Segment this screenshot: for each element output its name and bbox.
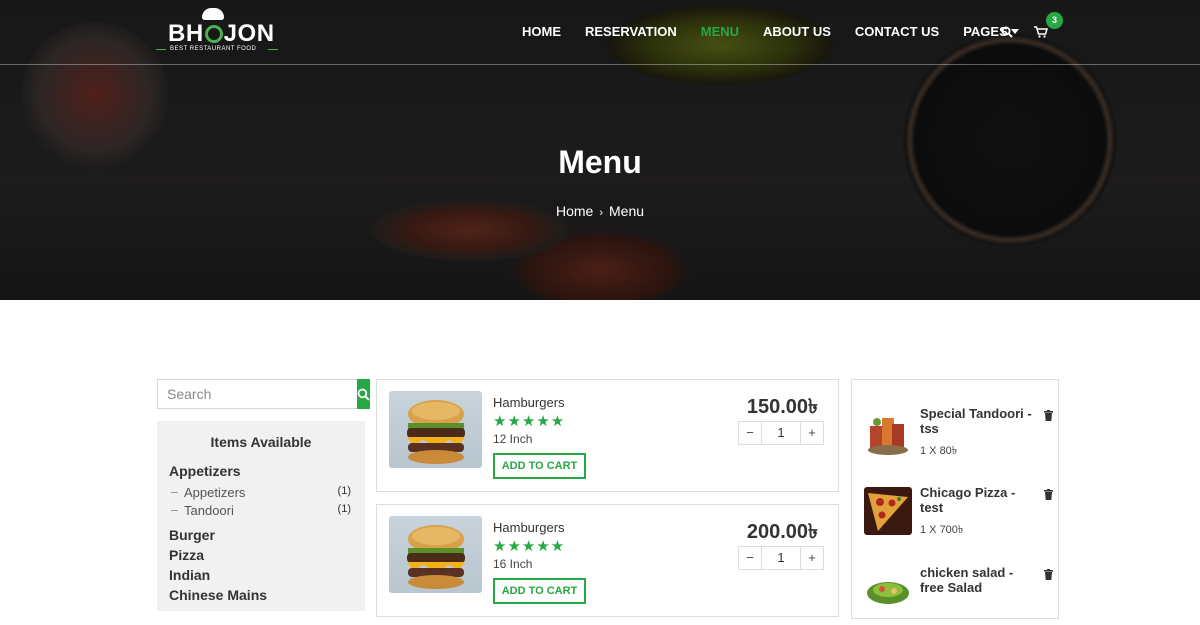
subcategory-label: Appetizers [184,485,246,500]
increment-button[interactable]: + [801,422,823,444]
cart-item: chicken salad - free Salad [864,565,1054,625]
categories-heading: Items Available [210,434,312,450]
pizza-image [868,493,908,531]
category-pizza[interactable]: Pizza [169,547,365,563]
cart-item: Special Tandoori -tss 1 X 80৳ [864,406,1054,466]
chef-hat-icon [202,8,224,20]
category-burger[interactable]: Burger [169,527,365,543]
mini-cart-panel: Special Tandoori -tss 1 X 80৳ Chicago Pi… [851,379,1059,619]
tagline-line-left [156,49,166,50]
subcategory-item[interactable]: Tandoori (1) [171,503,365,521]
cart-item-image[interactable] [864,487,912,535]
product-card: Hamburgers ★★★★★ 16 Inch ADD TO CART 200… [376,504,839,617]
add-to-cart-button[interactable]: ADD TO CART [493,578,586,604]
salad-image [867,582,909,604]
cart-item-meta: 1 X 700৳ [920,524,964,536]
category-appetizers[interactable]: Appetizers [169,463,365,479]
subcategory-label: Tandoori [184,503,234,518]
breadcrumb: Home › Menu [0,203,1200,219]
tandoori-image [868,418,908,455]
add-to-cart-button[interactable]: ADD TO CART [493,453,586,479]
brand-name: BH JON [168,20,275,47]
search-icon[interactable] [1001,26,1013,38]
quantity-stepper: − 1 + [738,546,824,570]
nav-about-us[interactable]: ABOUT US [763,24,831,39]
cart-item-image[interactable] [864,408,912,456]
trash-icon[interactable] [1044,410,1053,421]
quantity-value[interactable]: 1 [761,547,801,569]
product-size: 16 Inch [493,557,533,571]
product-name[interactable]: Hamburgers [493,395,565,410]
main-nav: HOME RESERVATION MENU ABOUT US CONTACT U… [522,24,1043,39]
product-image[interactable] [389,516,482,593]
burger-image [407,400,465,464]
brand-o-ring [204,25,223,43]
subcategory-item[interactable]: Appetizers (1) [171,485,365,503]
rating-stars: ★★★★★ [493,538,566,555]
brand-tagline: BEST RESTAURANT FOOD [170,46,257,52]
product-name[interactable]: Hamburgers [493,520,565,535]
category-indian[interactable]: Indian [169,567,365,583]
dash-icon [171,510,178,511]
product-card: Hamburgers ★★★★★ 12 Inch ADD TO CART 150… [376,379,839,492]
quantity-stepper: − 1 + [738,421,824,445]
cart-icon[interactable] [1034,26,1048,38]
search-input[interactable] [158,380,357,408]
rating-stars: ★★★★★ [493,413,566,430]
dash-icon [171,492,178,493]
product-image[interactable] [389,391,482,468]
cart-item-meta: 1 X 80৳ [920,445,958,457]
search-form [157,379,370,409]
nav-home[interactable]: HOME [522,24,561,39]
breadcrumb-separator: › [599,207,603,219]
product-size: 12 Inch [493,432,533,446]
brand-logo[interactable]: BH JON BEST RESTAURANT FOOD [156,8,288,56]
nav-reservation[interactable]: RESERVATION [585,24,677,39]
burger-image [407,525,465,589]
search-button[interactable] [357,379,370,409]
tagline-line-right [268,49,278,50]
cart-item-title[interactable]: Chicago Pizza - test [920,485,1032,515]
trash-icon[interactable] [1044,489,1053,500]
cart-item: Chicago Pizza - test 1 X 700৳ [864,485,1054,545]
quantity-value[interactable]: 1 [761,422,801,444]
cart-item-title[interactable]: chicken salad - free Salad [920,565,1032,595]
categories-panel: Items Available Appetizers Appetizers (1)… [157,421,365,611]
increment-button[interactable]: + [801,547,823,569]
nav-contact-us[interactable]: CONTACT US [855,24,939,39]
search-icon [357,388,370,401]
decrement-button[interactable]: − [739,547,761,569]
subcategory-count: (1) [337,503,351,515]
category-chinese-mains[interactable]: Chinese Mains [169,587,365,603]
nav-menu[interactable]: MENU [701,24,739,39]
trash-icon[interactable] [1044,569,1053,580]
cart-item-image[interactable] [864,567,912,615]
breadcrumb-home[interactable]: Home [556,203,593,219]
page-title: Menu [558,144,642,180]
cart-item-title[interactable]: Special Tandoori -tss [920,406,1032,436]
decrement-button[interactable]: − [739,422,761,444]
subcategory-count: (1) [337,485,351,497]
breadcrumb-current: Menu [609,203,645,219]
header-divider [0,64,1200,65]
hero-banner: BH JON BEST RESTAURANT FOOD HOME RESERVAT… [0,0,1200,300]
cart-count-badge: 3 [1046,12,1063,29]
